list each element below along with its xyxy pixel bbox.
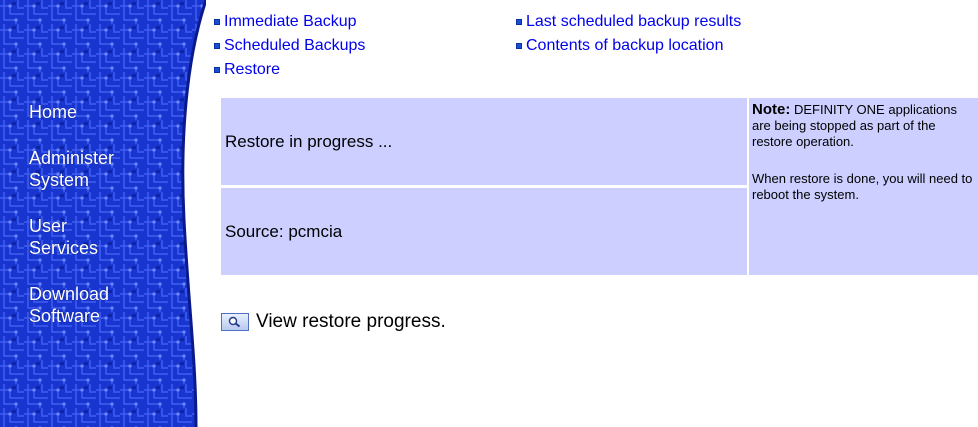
square-bullet-icon (516, 43, 522, 49)
sidebar-item-home[interactable]: Home (29, 101, 199, 123)
link-immediate-backup[interactable]: Immediate Backup (214, 12, 357, 32)
source-label: Source: (225, 221, 284, 241)
sidebar-item-label: Software (29, 306, 101, 326)
sidebar: Home Administer System User Services Dow… (0, 0, 206, 427)
link-label: Restore (224, 61, 281, 78)
link-restore[interactable]: Restore (214, 60, 280, 80)
link-label: Immediate Backup (224, 13, 357, 30)
note-label: Note: (752, 101, 791, 118)
source-value: pcmcia (288, 221, 343, 241)
square-bullet-icon (214, 67, 220, 73)
sidebar-item-label: Services (29, 238, 99, 258)
sidebar-item-label: Home (29, 102, 78, 122)
link-last-scheduled-backup-results[interactable]: Last scheduled backup results (516, 12, 741, 32)
square-bullet-icon (214, 43, 220, 49)
sidebar-item-administer-system[interactable]: Administer System (29, 147, 199, 191)
note-paragraph: Note: DEFINITY ONE applications are bein… (752, 102, 978, 150)
link-label: Scheduled Backups (224, 37, 366, 54)
restore-source-cell: Source: pcmcia (221, 188, 747, 275)
link-scheduled-backups[interactable]: Scheduled Backups (214, 36, 365, 56)
magnifier-icon[interactable] (221, 313, 249, 331)
restore-status-table: Restore in progress ... Source: pcmcia N… (221, 98, 978, 275)
sidebar-item-label: User (29, 216, 68, 236)
sidebar-nav: Home Administer System User Services Dow… (29, 101, 199, 351)
view-restore-progress-link[interactable]: View restore progress. (221, 311, 446, 333)
sidebar-item-download-software[interactable]: Download Software (29, 283, 199, 327)
restore-progress-text: Restore in progress ... (225, 131, 393, 151)
note-reboot-paragraph: When restore is done, you will need to r… (752, 171, 973, 202)
restore-progress-cell: Restore in progress ... (221, 98, 747, 185)
link-label: Contents of backup location (526, 37, 724, 54)
square-bullet-icon (516, 19, 522, 25)
link-label: Last scheduled backup results (526, 13, 742, 30)
square-bullet-icon (214, 19, 220, 25)
sidebar-item-label: Administer (29, 148, 115, 168)
sidebar-item-label: Download (29, 284, 110, 304)
sidebar-item-label: System (29, 170, 90, 190)
page: Home Administer System User Services Dow… (0, 0, 978, 427)
note-product: DEFINITY ONE (793, 102, 885, 117)
view-restore-progress-label: View restore progress. (256, 311, 446, 332)
link-contents-of-backup-location[interactable]: Contents of backup location (516, 36, 723, 56)
restore-note-cell: Note: DEFINITY ONE applications are bein… (749, 98, 978, 275)
sidebar-item-user-services[interactable]: User Services (29, 215, 199, 259)
